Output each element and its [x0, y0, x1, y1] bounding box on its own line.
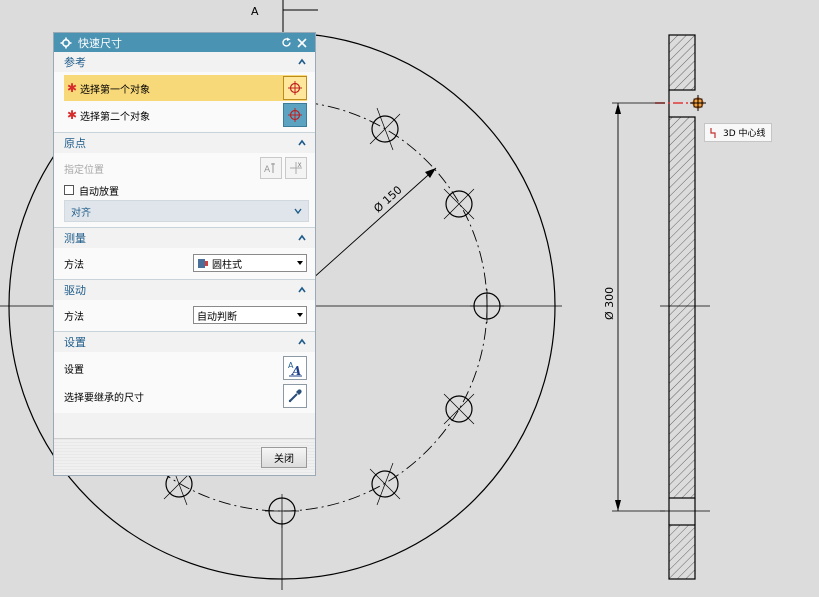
gear-icon: [60, 37, 72, 48]
side-section-bottom: [668, 524, 696, 580]
settings-label: 设置: [64, 364, 84, 376]
select-first-object-label: 选择第一个对象: [80, 84, 150, 96]
measure-method-label: 方法: [64, 259, 84, 271]
point-dialog-icon[interactable]: X: [285, 157, 307, 179]
section-label: A: [251, 5, 259, 18]
close-icon[interactable]: [295, 36, 309, 50]
crosshair-select-button[interactable]: [283, 76, 307, 100]
crosshair-icon: [288, 81, 302, 95]
chevron-down-icon: [294, 208, 302, 214]
outer-dimension[interactable]: Ø 300: [603, 102, 665, 512]
driving-method-label: 方法: [64, 311, 84, 323]
section-driving-title: 驱动: [64, 284, 86, 297]
required-star-icon: ✱: [66, 108, 78, 122]
side-view[interactable]: Ø 300: [603, 34, 710, 580]
driving-method-value: 自动判断: [197, 311, 237, 323]
svg-text:A: A: [264, 165, 271, 175]
auto-place-label: 自动放置: [79, 186, 119, 198]
specify-location-row: 指定位置 A X: [64, 155, 307, 181]
driving-method-combo[interactable]: 自动判断: [193, 306, 307, 324]
align-dropdown[interactable]: 对齐: [64, 200, 309, 222]
text-style-button[interactable]: A A: [283, 356, 307, 380]
svg-text:A: A: [291, 364, 301, 377]
crosshair-select-button[interactable]: [283, 103, 307, 127]
section-measure-title: 测量: [64, 232, 86, 245]
svg-text:X: X: [298, 162, 302, 169]
measure-method-combo[interactable]: 圆柱式: [193, 254, 307, 272]
centerline-tooltip: 3D 中心线: [704, 123, 772, 142]
inherit-dimension-label: 选择要继承的尺寸: [64, 392, 144, 404]
chevron-up-icon[interactable]: [297, 285, 307, 295]
section-marker: A: [251, 0, 318, 34]
section-reference-header[interactable]: 参考: [54, 52, 315, 72]
dropdown-arrow-icon: [297, 313, 303, 317]
measure-method-value: 圆柱式: [212, 259, 242, 271]
section-settings-header[interactable]: 设置: [54, 331, 315, 352]
section-reference-title: 参考: [64, 56, 86, 69]
dropdown-arrow-icon: [297, 261, 303, 265]
required-star-icon: ✱: [66, 81, 78, 95]
measure-method-row: 方法 圆柱式: [64, 250, 307, 276]
outer-dimension-text: Ø 300: [603, 287, 616, 320]
chevron-up-icon[interactable]: [297, 233, 307, 243]
dialog-titlebar[interactable]: 快速尺寸: [54, 33, 315, 52]
specify-location-label: 指定位置: [64, 164, 104, 176]
text-placement-icon[interactable]: A: [260, 157, 282, 179]
select-second-object-row[interactable]: ✱ 选择第二个对象: [64, 102, 307, 128]
chevron-up-icon[interactable]: [297, 138, 307, 148]
text-style-icon: A A: [288, 361, 302, 377]
chevron-up-icon[interactable]: [297, 57, 307, 67]
section-origin-title: 原点: [64, 137, 86, 150]
select-first-object-row[interactable]: ✱ 选择第一个对象: [64, 75, 307, 101]
side-section-middle: [668, 116, 696, 499]
auto-place-row[interactable]: 自动放置: [64, 181, 307, 199]
centerline-icon: [710, 127, 716, 138]
section-origin-header[interactable]: 原点: [54, 132, 315, 153]
settings-row: 设置 A A: [64, 354, 307, 382]
eyedropper-button[interactable]: [283, 384, 307, 408]
chevron-up-icon[interactable]: [297, 337, 307, 347]
inherit-dimension-row: 选择要继承的尺寸: [64, 382, 307, 410]
align-dropdown-value: 对齐: [71, 207, 91, 219]
section-driving-header[interactable]: 驱动: [54, 279, 315, 300]
dialog-title: 快速尺寸: [78, 36, 122, 50]
side-section-top: [668, 34, 696, 91]
snap-cursor-icon: [690, 95, 706, 111]
select-second-object-label: 选择第二个对象: [80, 111, 150, 123]
auto-place-checkbox[interactable]: [64, 185, 74, 195]
section-measure-header[interactable]: 测量: [54, 227, 315, 248]
dialog-footer: 关闭: [54, 438, 315, 475]
cylindrical-icon: [198, 258, 208, 268]
section-settings-title: 设置: [64, 336, 86, 349]
reset-icon[interactable]: [279, 36, 293, 50]
quick-dimension-dialog: 快速尺寸 参考 ✱ 选择第一个对象 ✱ 选择第二个对象 原点 指定位置 A X …: [53, 32, 316, 476]
driving-method-row: 方法 自动判断: [64, 302, 307, 328]
close-button[interactable]: 关闭: [261, 446, 307, 468]
tooltip-text: 3D 中心线: [723, 129, 766, 139]
crosshair-icon: [288, 108, 302, 122]
eyedropper-icon: [288, 389, 302, 403]
